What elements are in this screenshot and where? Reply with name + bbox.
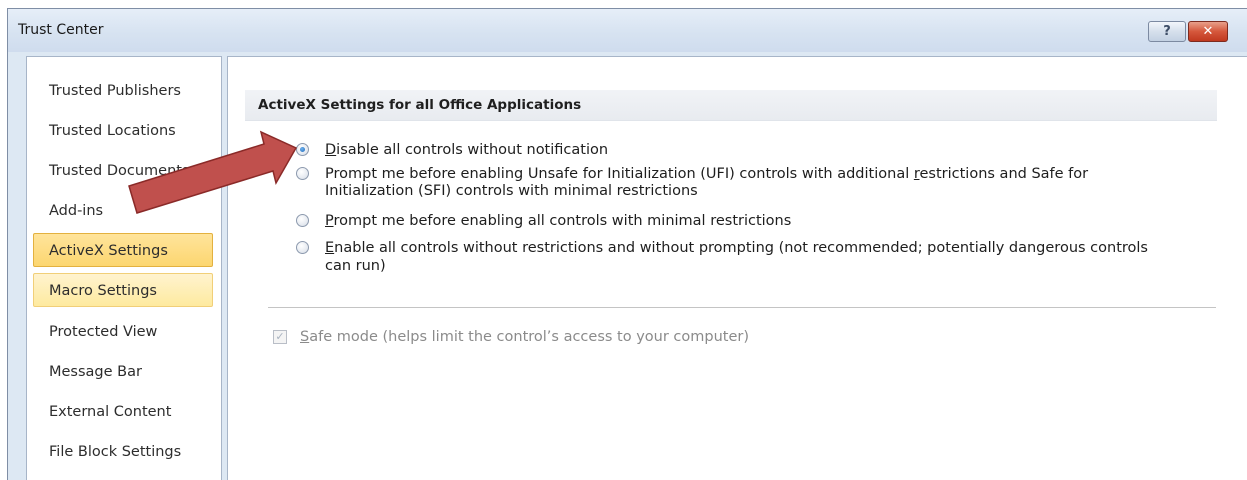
sidebar-item-activex-settings[interactable]: ActiveX Settings <box>33 233 213 267</box>
safe-mode-label[interactable]: Safe mode (helps limit the control’s acc… <box>300 329 749 345</box>
radio-enable-all-controls[interactable] <box>296 241 309 254</box>
activex-settings-panel: ActiveX Settings for all Office Applicat… <box>227 56 1247 480</box>
option-prompt-all-label[interactable]: Prompt me before enabling all controls w… <box>325 213 791 229</box>
radio-selected-dot <box>300 147 305 152</box>
access-key: P <box>325 213 334 229</box>
sidebar-item-message-bar[interactable]: Message Bar <box>33 354 213 388</box>
sidebar-item-trusted-publishers[interactable]: Trusted Publishers <box>33 73 213 107</box>
option-prompt-ufi-label[interactable]: Prompt me before enabling Unsafe for Ini… <box>325 166 1088 182</box>
sidebar-item-macro-settings[interactable]: Macro Settings <box>33 273 213 307</box>
separator <box>268 307 1216 308</box>
option-enable-all-label[interactable]: Enable all controls without restrictions… <box>325 240 1148 256</box>
option-enable-all-label-line2[interactable]: can run) <box>325 258 386 274</box>
section-header: ActiveX Settings for all Office Applicat… <box>245 90 1217 121</box>
radio-prompt-all-controls[interactable] <box>296 214 309 227</box>
radio-disable-all-controls[interactable] <box>296 143 309 156</box>
sidebar-item-add-ins[interactable]: Add-ins <box>33 193 213 227</box>
trust-center-dialog: Trust Center ? ✕ Trusted Publishers Trus… <box>7 8 1247 480</box>
option-text: nable all controls without restrictions … <box>334 240 1148 256</box>
sidebar-item-trusted-locations[interactable]: Trusted Locations <box>33 113 213 147</box>
title-bar: Trust Center ? ✕ <box>8 9 1247 52</box>
close-button[interactable]: ✕ <box>1188 21 1228 42</box>
access-key: D <box>325 142 337 158</box>
option-prompt-ufi-label-line2[interactable]: Initialization (SFI) controls with minim… <box>325 183 698 199</box>
option-text: Prompt me before enabling Unsafe for Ini… <box>325 166 914 182</box>
help-button[interactable]: ? <box>1148 21 1186 42</box>
sidebar-item-protected-view[interactable]: Protected View <box>33 314 213 348</box>
safe-mode-checkbox[interactable]: ✓ <box>273 330 287 344</box>
dialog-title: Trust Center <box>18 22 104 38</box>
option-text: afe mode (helps limit the control’s acce… <box>309 329 750 345</box>
sidebar-item-file-block-settings[interactable]: File Block Settings <box>33 434 213 468</box>
option-text: rompt me before enabling all controls wi… <box>333 213 792 229</box>
access-key: E <box>325 240 335 256</box>
sidebar-item-external-content[interactable]: External Content <box>33 394 213 428</box>
option-disable-all-label[interactable]: Disable all controls without notificatio… <box>325 142 608 158</box>
sidebar-item-trusted-documents[interactable]: Trusted Documents <box>33 153 213 187</box>
trust-center-sidebar: Trusted Publishers Trusted Locations Tru… <box>26 56 222 480</box>
checkmark-icon: ✓ <box>275 330 285 343</box>
option-text: isable all controls without notification <box>336 142 609 158</box>
option-text: estrictions and Safe for <box>919 166 1089 182</box>
access-key: S <box>300 329 310 345</box>
radio-prompt-ufi-sfi[interactable] <box>296 167 309 180</box>
